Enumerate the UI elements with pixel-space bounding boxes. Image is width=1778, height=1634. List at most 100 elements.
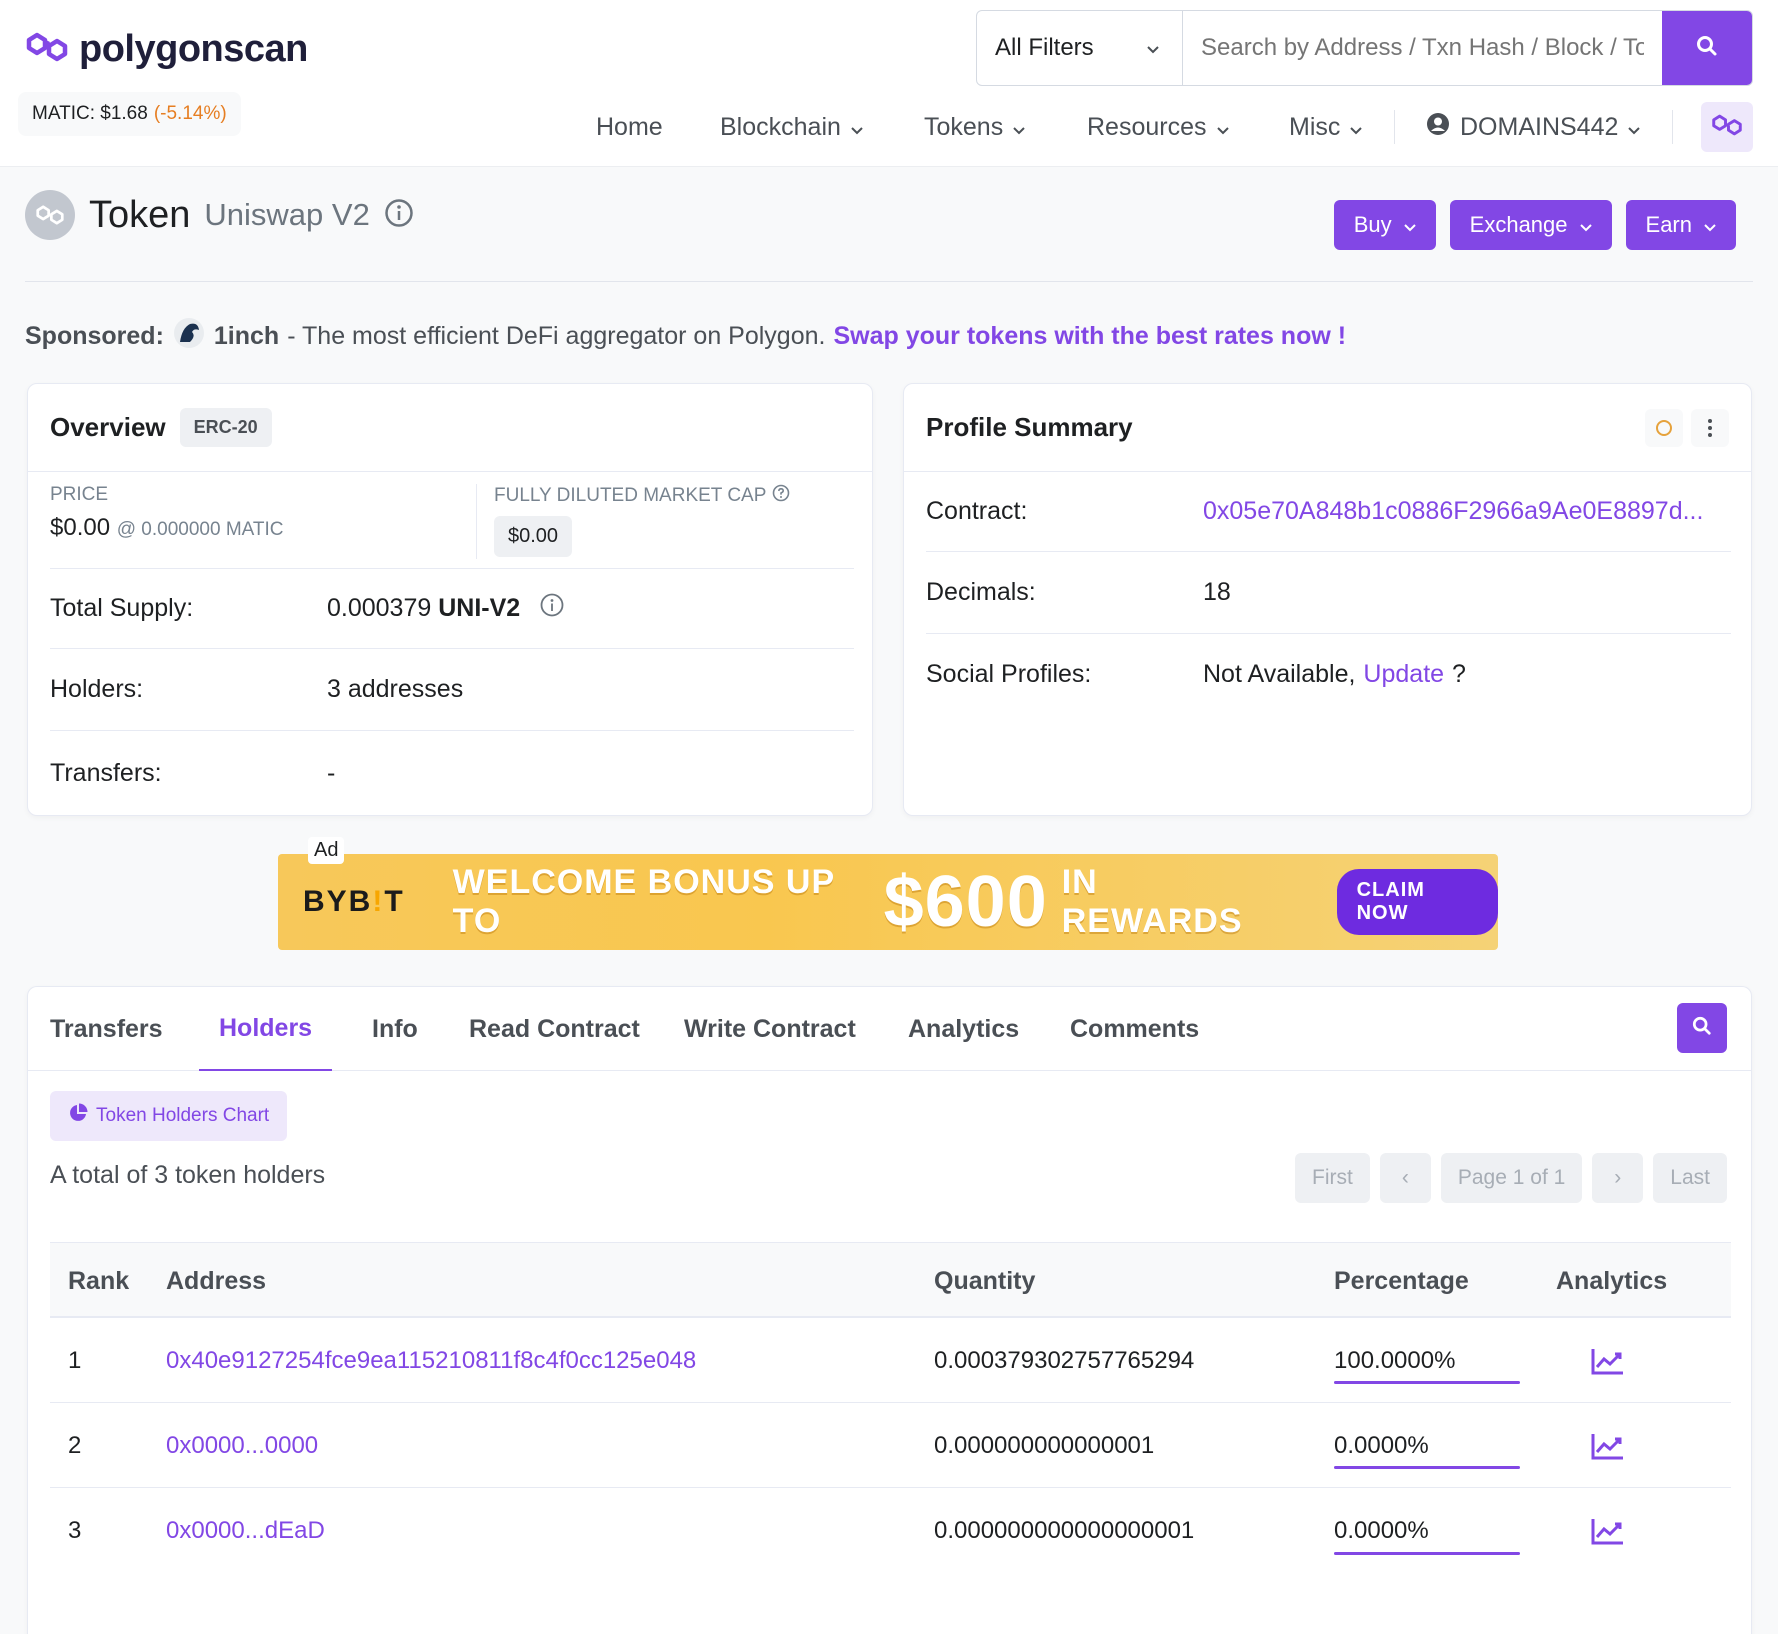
ad-brand-right: T <box>384 885 405 918</box>
address-link[interactable]: 0x40e9127254fce9ea115210811f8c4f0cc125e0… <box>166 1318 696 1403</box>
filter-dropdown[interactable]: All Filters <box>977 11 1183 85</box>
analytics-chart-icon[interactable] <box>1591 1403 1625 1488</box>
update-link[interactable]: Update <box>1363 660 1444 689</box>
contract-address-link[interactable]: 0x05e70A848b1c0886F2966a9Ae0E8897d... <box>1203 497 1703 526</box>
next-page-button[interactable]: › <box>1592 1153 1644 1203</box>
more-options-icon[interactable] <box>1691 408 1729 447</box>
prev-page-button[interactable]: ‹ <box>1379 1153 1431 1203</box>
ad-brand: BYB!T <box>303 885 405 919</box>
col-quantity: Quantity <box>934 1266 1036 1295</box>
price-label: PRICE <box>50 484 109 505</box>
holders-label: Holders: <box>50 675 144 703</box>
rank-cell: 1 <box>68 1346 82 1374</box>
tab-label: Comments <box>1070 1014 1200 1043</box>
address-link[interactable]: 0x0000...0000 <box>166 1403 318 1488</box>
nav-blockchain[interactable]: Blockchain <box>720 104 863 150</box>
page-title-text: Token <box>89 193 191 236</box>
social-profiles-row: Social Profiles: Not Available, Update ? <box>926 634 1731 714</box>
polygon-logo-icon <box>25 28 69 71</box>
holders-value: 3 addresses <box>327 675 464 703</box>
chevron-down-icon <box>1704 212 1716 238</box>
chevron-down-icon <box>1350 113 1363 142</box>
chevron-down-icon <box>1216 113 1229 142</box>
search-input[interactable] <box>1183 11 1662 85</box>
col-percentage: Percentage <box>1334 1266 1469 1295</box>
overview-title: Overview <box>50 412 166 442</box>
contract-label: Contract: <box>926 497 1028 525</box>
table-row: 1 0x40e9127254fce9ea115210811f8c4f0cc125… <box>50 1318 1731 1403</box>
percentage-cell: 100.0000% <box>1334 1346 1456 1374</box>
transfers-row: Transfers: - <box>50 731 854 815</box>
percentage-bar <box>1334 1466 1520 1469</box>
nav-divider <box>1672 110 1673 144</box>
decimals-value: 18 <box>1203 578 1231 606</box>
chevron-down-icon <box>1628 113 1641 142</box>
nav-user[interactable]: DOMAINS442 <box>1426 104 1641 150</box>
token-holders-chart-button[interactable]: Token Holders Chart <box>50 1091 288 1141</box>
social-profiles-value-group: Not Available, Update ? <box>1203 660 1466 689</box>
tab-label: Info <box>372 1014 418 1043</box>
chevron-down-icon <box>851 113 863 142</box>
tab-transfers[interactable]: Transfers <box>50 987 163 1071</box>
logo[interactable]: polygonscan <box>25 28 308 71</box>
table-header: Rank Address Quantity Percentage Analyti… <box>50 1242 1731 1318</box>
info-icon[interactable] <box>384 198 414 233</box>
buy-button[interactable]: Buy <box>1333 200 1436 250</box>
earn-label: Earn <box>1645 212 1692 237</box>
search-button[interactable] <box>1662 11 1752 85</box>
rank-cell: 3 <box>68 1516 82 1544</box>
social-profiles-value: Not Available, <box>1203 659 1356 688</box>
tab-analytics[interactable]: Analytics <box>908 987 1019 1071</box>
info-icon[interactable] <box>540 593 564 624</box>
nav-resources[interactable]: Resources <box>1087 104 1229 150</box>
profile-summary-card: Profile Summary Contract: 0x05e70A848b1c… <box>903 383 1752 816</box>
nav-home[interactable]: Home <box>596 104 663 150</box>
analytics-chart-icon[interactable] <box>1591 1318 1625 1403</box>
tab-search-button[interactable] <box>1677 1003 1727 1053</box>
ad-claim-button[interactable]: CLAIM NOW <box>1336 869 1498 935</box>
sponsor-link[interactable]: Swap your tokens with the best rates now… <box>833 322 1346 351</box>
token-name: Uniswap V2 <box>204 197 370 232</box>
chart-button-label: Token Holders Chart <box>96 1105 270 1126</box>
transfers-label: Transfers: <box>50 758 162 787</box>
sponsor-name: 1inch <box>213 322 280 350</box>
analytics-chart-icon[interactable] <box>1591 1488 1625 1573</box>
tab-info[interactable]: Info <box>372 987 418 1071</box>
price-matic: @ 0.000000 MATIC <box>116 519 284 540</box>
ad-banner[interactable]: BYB!T WELCOME BONUS UP TO $600 IN REWARD… <box>278 854 1498 950</box>
nav-tokens[interactable]: Tokens <box>924 104 1025 150</box>
ad-message-2: IN REWARDS <box>1061 863 1243 940</box>
last-page-button[interactable]: Last <box>1653 1153 1727 1203</box>
overview-header: Overview ERC-20 <box>28 384 872 472</box>
tab-label: Analytics <box>908 1014 1020 1043</box>
address-link[interactable]: 0x0000...dEaD <box>166 1488 325 1573</box>
chevron-down-icon <box>1403 212 1416 238</box>
tab-label: Transfers <box>50 1014 163 1043</box>
1inch-logo-icon <box>172 316 206 357</box>
pie-chart-icon <box>68 1103 88 1129</box>
tab-comments[interactable]: Comments <box>1070 987 1199 1071</box>
tab-label: Holders <box>219 1013 313 1042</box>
percentage-bar <box>1334 1381 1520 1384</box>
nav-misc[interactable]: Misc <box>1289 104 1363 150</box>
tab-read-contract[interactable]: Read Contract <box>469 987 640 1071</box>
exchange-button[interactable]: Exchange <box>1449 200 1612 250</box>
earn-button[interactable]: Earn <box>1625 200 1736 250</box>
token-standard-badge: ERC-20 <box>179 408 272 447</box>
network-switch-button[interactable] <box>1701 102 1753 152</box>
tab-write-contract[interactable]: Write Contract <box>684 987 856 1071</box>
status-circle-icon[interactable] <box>1645 408 1683 447</box>
contract-row: Contract: 0x05e70A848b1c0886F2966a9Ae0E8… <box>926 472 1731 552</box>
total-supply-value: 0.000379 <box>327 594 432 622</box>
pagination: First ‹ Page 1 of 1 › Last <box>1295 1153 1727 1203</box>
market-cap-label: FULLY DILUTED MARKET CAP <box>494 485 767 506</box>
token-symbol: UNI-V2 <box>438 594 521 622</box>
ad-brand-bang: ! <box>372 885 385 918</box>
first-page-button[interactable]: First <box>1295 1153 1370 1203</box>
sponsored-label: Sponsored: <box>25 322 164 350</box>
total-supply-label: Total Supply: <box>50 594 194 622</box>
col-rank: Rank <box>68 1266 130 1295</box>
market-cap-block: FULLY DILUTED MARKET CAP $0.00 <box>494 484 790 557</box>
tab-holders[interactable]: Holders <box>199 987 333 1071</box>
question-icon[interactable] <box>772 484 790 508</box>
